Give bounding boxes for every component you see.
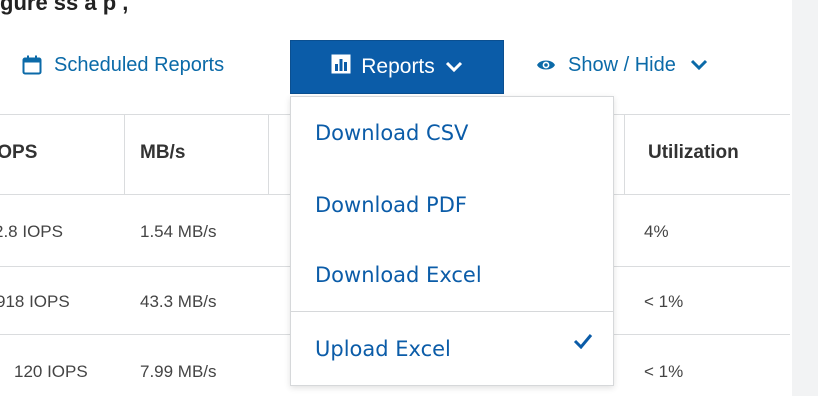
menu-item-upload-excel[interactable]: Upload Excel xyxy=(315,337,451,361)
figure-caption: gure ss a p , xyxy=(0,0,760,22)
column-divider xyxy=(624,114,625,194)
reports-button[interactable]: Reports xyxy=(290,40,504,94)
show-hide-toggle[interactable]: Show / Hide xyxy=(536,46,708,84)
scheduled-reports-label: Scheduled Reports xyxy=(54,53,225,76)
menu-item-download-excel[interactable]: Download Excel xyxy=(315,263,482,287)
table-cell-utilization: 4% xyxy=(644,222,669,241)
table-cell-iops: 918 IOPS xyxy=(0,292,70,311)
toolbar: Scheduled Reports Reports Show / Hide xyxy=(0,30,790,100)
column-divider xyxy=(124,114,125,194)
table-cell-mbs: 43.3 MB/s xyxy=(140,292,217,311)
chevron-down-icon xyxy=(690,59,708,71)
column-divider xyxy=(268,114,269,194)
table-cell-utilization: < 1% xyxy=(644,362,684,381)
column-header-iops[interactable]: IOPS xyxy=(0,142,37,164)
menu-item-download-pdf[interactable]: Download PDF xyxy=(315,193,467,217)
menu-separator xyxy=(291,311,613,312)
reports-dropdown-menu: Download CSV Download PDF Download Excel… xyxy=(290,96,614,386)
calendar-icon xyxy=(22,55,42,75)
check-icon xyxy=(573,333,593,354)
reports-button-label: Reports xyxy=(361,55,435,78)
table-cell-iops: 120 IOPS xyxy=(14,362,88,381)
chevron-down-icon xyxy=(445,55,463,79)
figure-caption-text: gure ss a p , xyxy=(0,0,129,15)
table-cell-iops: 2.8 IOPS xyxy=(0,222,63,241)
table-cell-utilization: < 1% xyxy=(644,292,684,311)
column-header-utilization[interactable]: Utilization xyxy=(648,142,739,164)
side-panel-edge xyxy=(792,0,818,396)
column-header-mbs[interactable]: MB/s xyxy=(140,142,185,164)
table-cell-mbs: 7.99 MB/s xyxy=(140,362,217,381)
bar-chart-icon xyxy=(331,54,351,80)
table-cell-mbs: 1.54 MB/s xyxy=(140,222,217,241)
show-hide-label: Show / Hide xyxy=(568,53,676,76)
scheduled-reports-link[interactable]: Scheduled Reports xyxy=(22,46,224,84)
menu-item-download-csv[interactable]: Download CSV xyxy=(315,121,468,145)
eye-icon xyxy=(536,57,556,73)
